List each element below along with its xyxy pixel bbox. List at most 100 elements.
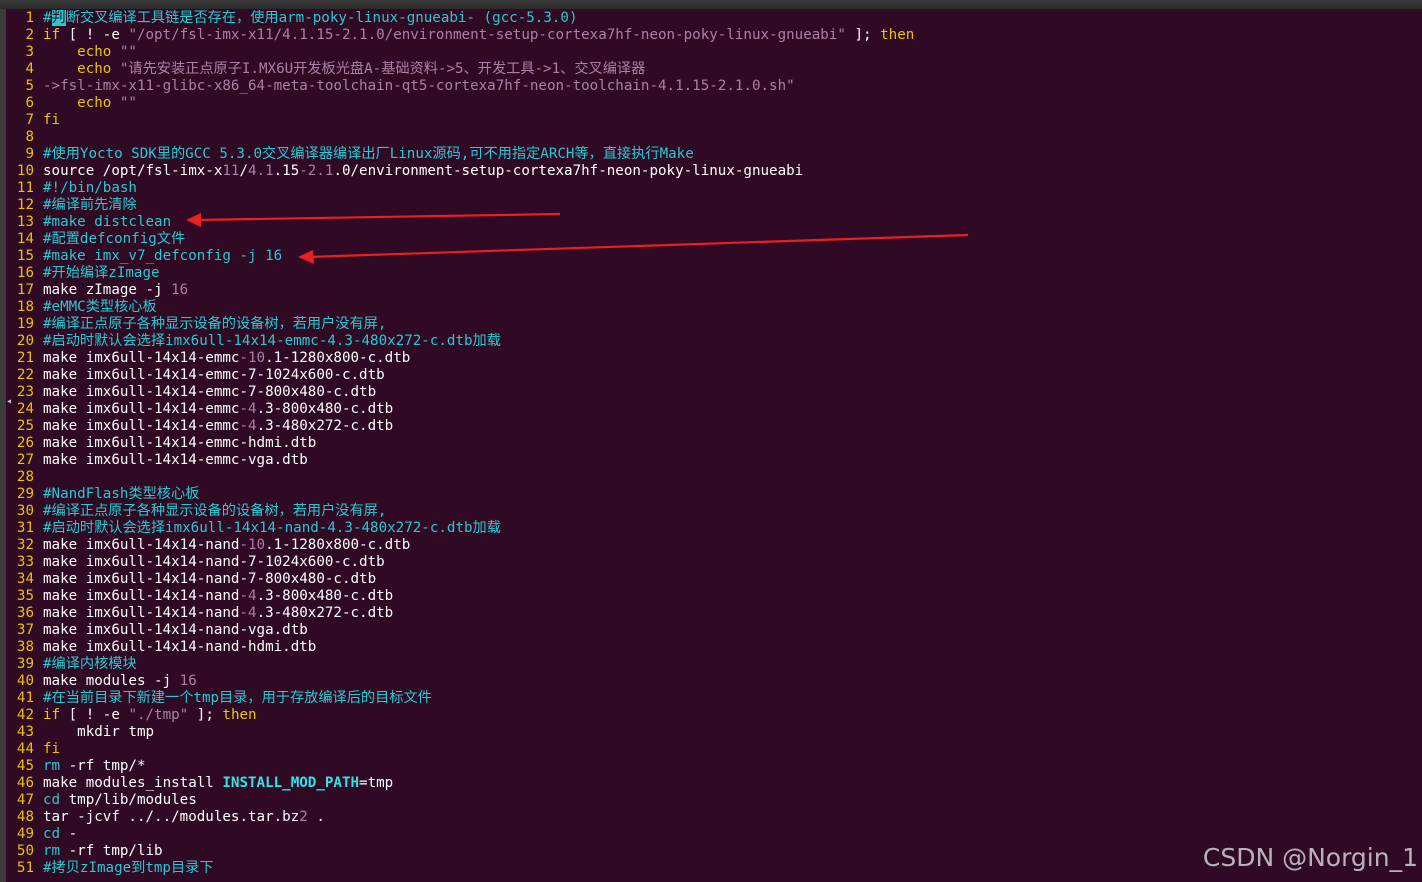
line-number: 39 (16, 656, 34, 672)
code-line[interactable]: 25 make imx6ull-14x14-emmc-4.3-480x272-c.… (8, 418, 393, 435)
code-line[interactable]: 18 #eMMC类型核心板 (8, 299, 157, 316)
code-line[interactable]: 15 #make imx_v7_defconfig -j 16 (8, 248, 282, 265)
code-line[interactable]: 35 make imx6ull-14x14-nand-4.3-800x480-c.… (8, 588, 393, 605)
code-token: "/opt/fsl-imx-x11/4.1.15-2.1.0/environme… (128, 27, 846, 43)
line-number: 24 (16, 401, 34, 417)
code-token: #开始编译zImage (43, 265, 160, 281)
code-line[interactable]: 45 rm -rf tmp/* (8, 758, 146, 775)
code-line[interactable]: 46 make modules_install INSTALL_MOD_PATH=… (8, 775, 393, 792)
code-line[interactable]: 21 make imx6ull-14x14-emmc-10.1-1280x800-… (8, 350, 410, 367)
code-line[interactable]: 37 make imx6ull-14x14-nand-vga.dtb (8, 622, 308, 639)
code-token: #编译前先清除 (43, 197, 137, 213)
code-line[interactable]: 44 fi (8, 741, 60, 758)
code-line[interactable]: 32 make imx6ull-14x14-nand-10.1-1280x800-… (8, 537, 410, 554)
code-line[interactable]: 39 #编译内核模块 (8, 656, 137, 673)
code-line[interactable]: 4 echo "请先安装正点原子I.MX6U开发板光盘A-基础资料->5、开发工… (8, 61, 645, 78)
line-number: 20 (16, 333, 34, 349)
code-line[interactable]: 23 make imx6ull-14x14-emmc-7-800x480-c.dt… (8, 384, 376, 401)
line-number: 31 (16, 520, 34, 536)
code-line[interactable]: 9 #使用Yocto SDK里的GCC 5.3.0交叉编译器编译出厂Linux源码… (8, 146, 693, 163)
code-line[interactable]: 1 #判断交叉编译工具链是否存在，使用arm-poky-linux-gnueabi… (8, 10, 578, 27)
code-line[interactable]: 7 fi (8, 112, 60, 129)
code-token: .3-800x480-c.dtb (256, 401, 394, 417)
code-token: if (43, 27, 61, 43)
code-token: make modules_install (43, 775, 223, 791)
code-token: then (880, 27, 915, 43)
line-number: 2 (25, 27, 34, 43)
code-line[interactable]: 5 ->fsl-imx-x11-glibc-x86_64-meta-toolcha… (8, 78, 795, 95)
code-line[interactable]: 26 make imx6ull-14x14-emmc-hdmi.dtb (8, 435, 316, 452)
code-line[interactable]: 17 make zImage -j 16 (8, 282, 188, 299)
code-line[interactable]: 50 rm -rf tmp/lib (8, 843, 163, 860)
code-token: ]; (188, 707, 223, 723)
line-number: 14 (16, 231, 34, 247)
code-token: rm (43, 758, 61, 774)
code-token: make imx6ull-14x14-nand (43, 537, 240, 553)
code-line[interactable]: 13 #make distclean (8, 214, 171, 231)
line-number: 48 (16, 809, 34, 825)
code-line[interactable]: 49 cd - (8, 826, 77, 843)
code-line[interactable]: 48 tar -jcvf ../../modules.tar.bz2 . (8, 809, 325, 826)
line-number: 43 (16, 724, 34, 740)
code-token: source /opt/fsl-imx-x (43, 163, 223, 179)
line-number: 5 (25, 78, 34, 94)
code-line[interactable]: 31 #启动时默认会选择imx6ull-14x14-nand-4.3-480x27… (8, 520, 501, 537)
code-line[interactable]: 51 #拷贝zImage到tmp目录下 (8, 860, 214, 877)
line-number: 11 (16, 180, 34, 196)
code-line[interactable]: 2 if [ ! -e "/opt/fsl-imx-x11/4.1.15-2.1.… (8, 27, 914, 44)
code-line[interactable]: 6 echo "" (8, 95, 137, 112)
code-token: make modules -j (43, 673, 180, 689)
code-line[interactable]: 33 make imx6ull-14x14-nand-7-1024x600-c.d… (8, 554, 385, 571)
window-top-bar (0, 0, 1422, 9)
code-token: ->fsl-imx-x11-glibc-x86_64-meta-toolchai… (43, 78, 795, 94)
line-number: 41 (16, 690, 34, 706)
code-line[interactable]: 10 source /opt/fsl-imx-x11/4.1.15-2.1.0/e… (8, 163, 803, 180)
code-line[interactable]: 41 #在当前目录下新建一个tmp目录，用于存放编译后的目标文件 (8, 690, 432, 707)
code-token: tmp/lib/modules (60, 792, 197, 808)
code-line[interactable]: 24 make imx6ull-14x14-emmc-4.3-800x480-c.… (8, 401, 393, 418)
line-number: 40 (16, 673, 34, 689)
code-line[interactable]: 34 make imx6ull-14x14-nand-7-800x480-c.dt… (8, 571, 376, 588)
code-token: .3-480x272-c.dtb (256, 605, 394, 621)
line-number: 4 (25, 61, 34, 77)
line-number: 38 (16, 639, 34, 655)
code-token: 2 (299, 809, 308, 825)
code-line[interactable]: 19 #编译正点原子各种显示设备的设备树，若用户没有屏, (8, 316, 387, 333)
code-line[interactable]: 14 #配置defconfig文件 (8, 231, 185, 248)
code-line[interactable]: 3 echo "" (8, 44, 137, 61)
code-token: ]; (845, 27, 881, 43)
code-line[interactable]: 47 cd tmp/lib/modules (8, 792, 197, 809)
line-number: 44 (16, 741, 34, 757)
code-line[interactable]: 30 #编译正点原子各种显示设备的设备树，若用户没有屏, (8, 503, 387, 520)
line-number: 16 (16, 265, 34, 281)
code-token: 11 (222, 163, 240, 179)
line-number: 46 (16, 775, 34, 791)
code-token: #编译正点原子各种显示设备的设备树，若用户没有屏, (43, 503, 387, 519)
code-token: .15 (273, 163, 300, 179)
line-number: 17 (16, 282, 34, 298)
code-token: "" (119, 95, 137, 111)
code-line[interactable]: 27 make imx6ull-14x14-emmc-vga.dtb (8, 452, 308, 469)
code-line[interactable]: 20 #启动时默认会选择imx6ull-14x14-emmc-4.3-480x27… (8, 333, 501, 350)
code-line[interactable]: 28 (8, 469, 43, 486)
code-token: -rf tmp/* (60, 758, 146, 774)
code-line[interactable]: 42 if [ ! -e "./tmp" ]; then (8, 707, 257, 724)
code-line[interactable]: 16 #开始编译zImage (8, 265, 160, 282)
vim-editor[interactable]: 1 #判断交叉编译工具链是否存在，使用arm-poky-linux-gnueabi… (8, 10, 1408, 882)
code-line[interactable]: 36 make imx6ull-14x14-nand-4.3-480x272-c.… (8, 605, 393, 622)
code-line[interactable]: 12 #编译前先清除 (8, 197, 137, 214)
line-number: 18 (16, 299, 34, 315)
line-number: 29 (16, 486, 34, 502)
code-line[interactable]: 8 (8, 129, 43, 146)
code-line[interactable]: 22 make imx6ull-14x14-emmc-7-1024x600-c.d… (8, 367, 385, 384)
code-line[interactable]: 38 make imx6ull-14x14-nand-hdmi.dtb (8, 639, 316, 656)
code-token: echo (77, 61, 112, 77)
code-line[interactable]: 11 #!/bin/bash (8, 180, 137, 197)
code-line[interactable]: 29 #NandFlash类型核心板 (8, 486, 199, 503)
code-line[interactable]: 43 mkdir tmp (8, 724, 154, 741)
line-number: 34 (16, 571, 34, 587)
code-line[interactable]: 40 make modules -j 16 (8, 673, 197, 690)
